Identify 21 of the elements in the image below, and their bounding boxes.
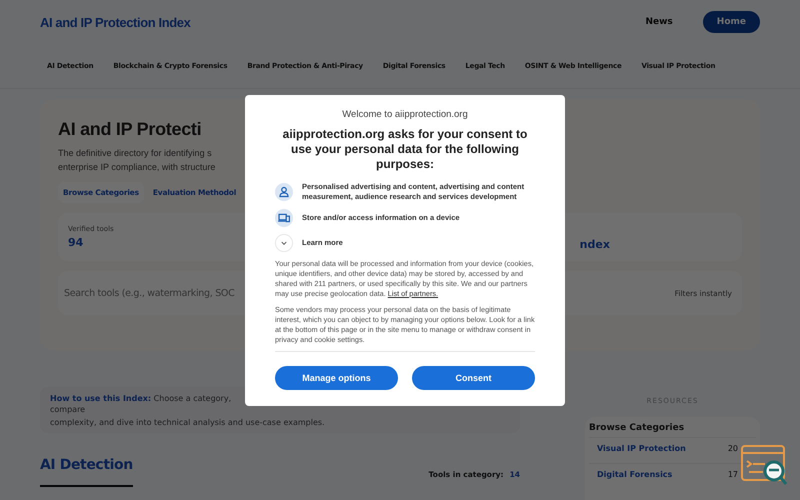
- info-text: complexity, and dive into technical analysis and use-case examples.: [50, 418, 326, 427]
- hero-description: The definitive directory for identifying s: [58, 147, 213, 160]
- dialog-subtitle: Welcome to aiipprotection.org: [341, 109, 469, 120]
- sidebar-title: Browse Categories: [589, 423, 686, 433]
- stat-value: 94: [68, 236, 84, 249]
- consent-button[interactable]: Consent: [412, 366, 535, 390]
- category-link[interactable]: Digital Forensics 17: [589, 463, 756, 485]
- dialog-heading: aiipprotection.org asks for your consent to use your personal data for the following purposes:: [282, 127, 528, 172]
- category-link[interactable]: Visual IP Protection 20: [589, 437, 756, 459]
- nav-link[interactable]: News: [631, 11, 687, 33]
- person-icon: [275, 183, 293, 201]
- nav-link[interactable]: Home: [702, 11, 760, 33]
- consent-button[interactable]: Manage options: [275, 366, 398, 390]
- stat-value: ndex: [580, 238, 610, 250]
- search-field[interactable]: Search tools (e.g., watermarking, SOC: [64, 288, 254, 298]
- hero-title: AI and IP Protecti: [58, 119, 202, 140]
- devices-icon: [275, 209, 293, 227]
- hero-description: enterprise IP compliance, with structure: [58, 161, 216, 174]
- site-logo[interactable]: AI and IP Protection Index: [40, 14, 190, 30]
- section-title: AI Detection: [40, 457, 133, 487]
- browser-search-icon[interactable]: [741, 445, 789, 487]
